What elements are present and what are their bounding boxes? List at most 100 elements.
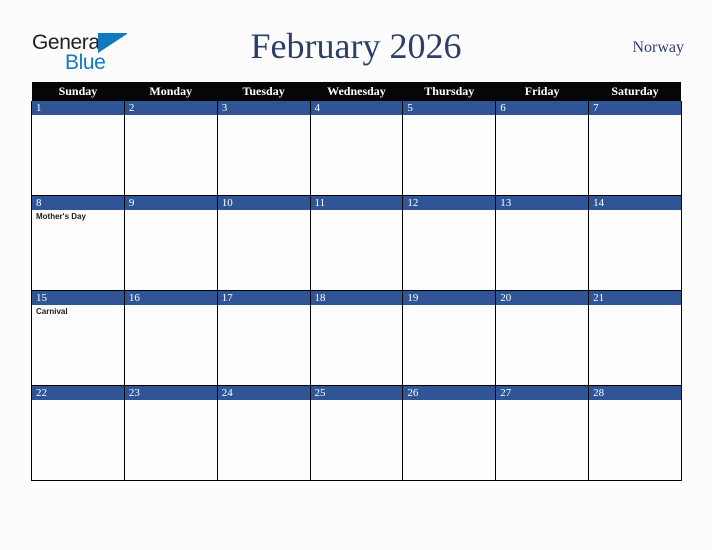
page-title: February 2026 (250, 26, 462, 66)
weekday-header-row: Sunday Monday Tuesday Wednesday Thursday… (31, 82, 682, 101)
day-number: 4 (310, 101, 403, 115)
calendar-day-cell[interactable]: 20 (495, 290, 590, 386)
day-events (403, 115, 495, 117)
day-events (218, 115, 310, 117)
weekday-header-thursday: Thursday (402, 82, 496, 101)
day-number: 27 (496, 386, 589, 400)
day-events (589, 115, 681, 117)
calendar-day-cell[interactable]: 4 (309, 101, 404, 196)
day-number: 17 (217, 291, 310, 305)
day-events (32, 115, 124, 117)
calendar-day-cell[interactable]: 16 (123, 290, 218, 386)
calendar-day-cell[interactable]: 25 (309, 385, 404, 481)
day-events (218, 305, 310, 307)
weekday-header-monday: Monday (124, 82, 218, 101)
calendar-day-cell[interactable]: 3 (216, 101, 311, 196)
calendar-day-cell[interactable]: 28 (588, 385, 682, 481)
day-events (218, 400, 310, 402)
calendar-day-cell[interactable]: 6 (495, 101, 590, 196)
calendar-day-cell[interactable]: 26 (402, 385, 497, 481)
weekday-header-sunday: Sunday (31, 82, 125, 101)
day-number: 19 (403, 291, 496, 305)
day-number: 23 (124, 386, 217, 400)
calendar-day-cell[interactable]: 8 Mother's Day (31, 195, 125, 291)
day-events (311, 305, 403, 307)
day-number: 2 (124, 101, 217, 115)
day-number: 21 (589, 291, 681, 305)
day-events (589, 400, 681, 402)
day-events (589, 210, 681, 212)
day-number: 10 (217, 196, 310, 210)
day-events (125, 210, 217, 212)
page-header: General Blue February 2026 Norway (0, 22, 712, 78)
day-events (589, 305, 681, 307)
weekday-header-wednesday: Wednesday (310, 82, 403, 101)
calendar-day-cell[interactable]: 13 (495, 195, 590, 291)
day-events (403, 400, 495, 402)
day-events (125, 400, 217, 402)
calendar-day-cell[interactable]: 11 (309, 195, 404, 291)
weekday-header-friday: Friday (495, 82, 589, 101)
calendar-day-cell[interactable]: 5 (402, 101, 497, 196)
calendar-day-cell[interactable]: 19 (402, 290, 497, 386)
day-number: 22 (32, 386, 124, 400)
day-number: 12 (403, 196, 496, 210)
calendar-day-cell[interactable]: 17 (216, 290, 311, 386)
day-events (311, 210, 403, 212)
day-events (403, 305, 495, 307)
calendar-day-cell[interactable]: 2 (123, 101, 218, 196)
day-events (311, 115, 403, 117)
day-number: 3 (217, 101, 310, 115)
day-number: 6 (496, 101, 589, 115)
day-number: 1 (32, 101, 124, 115)
day-number: 11 (310, 196, 403, 210)
calendar-day-cell[interactable]: 15 Carnival (31, 290, 125, 386)
calendar-day-cell[interactable]: 14 (588, 195, 682, 291)
calendar-body: 1 2 3 4 5 6 7 8 Mother's Day 9 10 11 12 13 14 15 Carniva… (31, 101, 682, 481)
calendar-day-cell[interactable]: 22 (31, 385, 125, 481)
day-number: 20 (496, 291, 589, 305)
day-events (311, 400, 403, 402)
weekday-header-saturday: Saturday (588, 82, 682, 101)
day-number: 18 (310, 291, 403, 305)
calendar-day-cell[interactable]: 21 (588, 290, 682, 386)
day-number: 26 (403, 386, 496, 400)
calendar-day-cell[interactable]: 9 (123, 195, 218, 291)
day-events (496, 115, 588, 117)
calendar-day-cell[interactable]: 12 (402, 195, 497, 291)
day-number: 28 (589, 386, 681, 400)
calendar-week-row: 15 Carnival 16 17 18 19 20 21 (31, 290, 682, 386)
day-number: 15 (32, 291, 124, 305)
day-number: 24 (217, 386, 310, 400)
calendar-week-row: 8 Mother's Day 9 10 11 12 13 14 (31, 195, 682, 291)
day-events (403, 210, 495, 212)
day-events: Mother's Day (32, 210, 124, 222)
calendar-day-cell[interactable]: 23 (123, 385, 218, 481)
calendar-day-cell[interactable]: 24 (216, 385, 311, 481)
day-events (496, 305, 588, 307)
day-number: 25 (310, 386, 403, 400)
holiday-event: Carnival (36, 307, 68, 316)
calendar-week-row: 22 23 24 25 26 27 28 (31, 385, 682, 481)
day-number: 16 (124, 291, 217, 305)
calendar-day-cell[interactable]: 10 (216, 195, 311, 291)
weekday-header-tuesday: Tuesday (217, 82, 311, 101)
day-number: 7 (589, 101, 681, 115)
calendar-day-cell[interactable]: 27 (495, 385, 590, 481)
day-events (125, 305, 217, 307)
calendar-day-cell[interactable]: 7 (588, 101, 682, 196)
day-events (218, 210, 310, 212)
day-number: 14 (589, 196, 681, 210)
day-events (125, 115, 217, 117)
day-number: 8 (32, 196, 124, 210)
calendar-page: General Blue February 2026 Norway Sunday… (0, 0, 712, 550)
day-number: 13 (496, 196, 589, 210)
calendar-day-cell[interactable]: 18 (309, 290, 404, 386)
day-events (32, 400, 124, 402)
calendar-day-cell[interactable]: 1 (31, 101, 125, 196)
calendar-grid: Sunday Monday Tuesday Wednesday Thursday… (31, 82, 682, 481)
holiday-event: Mother's Day (36, 212, 86, 221)
day-events (496, 210, 588, 212)
day-events: Carnival (32, 305, 124, 317)
day-number: 9 (124, 196, 217, 210)
